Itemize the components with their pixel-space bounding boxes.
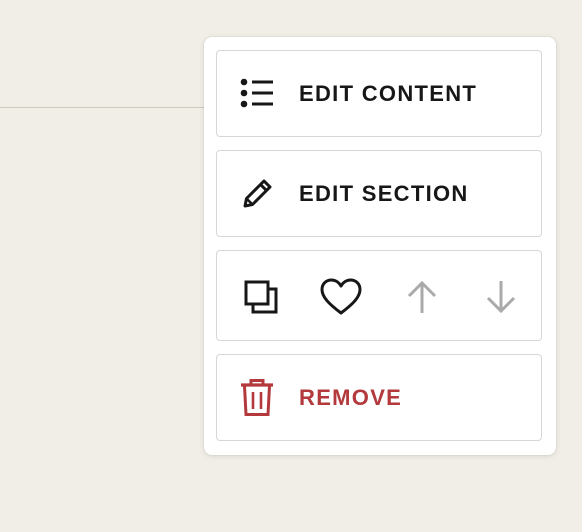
move-down-button[interactable]	[477, 273, 525, 321]
pencil-icon	[237, 174, 277, 214]
heart-icon	[320, 278, 362, 315]
duplicate-icon	[244, 280, 278, 314]
remove-button[interactable]: REMOVE	[216, 354, 542, 441]
edit-content-button[interactable]: EDIT CONTENT	[216, 50, 542, 137]
section-actions-menu: EDIT CONTENT EDIT SECTION REMOVE	[204, 37, 556, 455]
edit-content-label: EDIT CONTENT	[299, 80, 478, 106]
arrow-up-icon	[407, 280, 437, 313]
favorite-button[interactable]	[317, 273, 365, 321]
section-quick-actions	[216, 250, 542, 341]
remove-label: REMOVE	[299, 384, 403, 410]
duplicate-button[interactable]	[237, 273, 285, 321]
section-divider-line	[0, 107, 205, 108]
trash-icon	[237, 378, 277, 418]
edit-section-label: EDIT SECTION	[299, 180, 469, 206]
arrow-down-icon	[486, 281, 516, 314]
list-icon	[237, 74, 277, 114]
edit-section-button[interactable]: EDIT SECTION	[216, 150, 542, 237]
move-up-button[interactable]	[398, 273, 446, 321]
